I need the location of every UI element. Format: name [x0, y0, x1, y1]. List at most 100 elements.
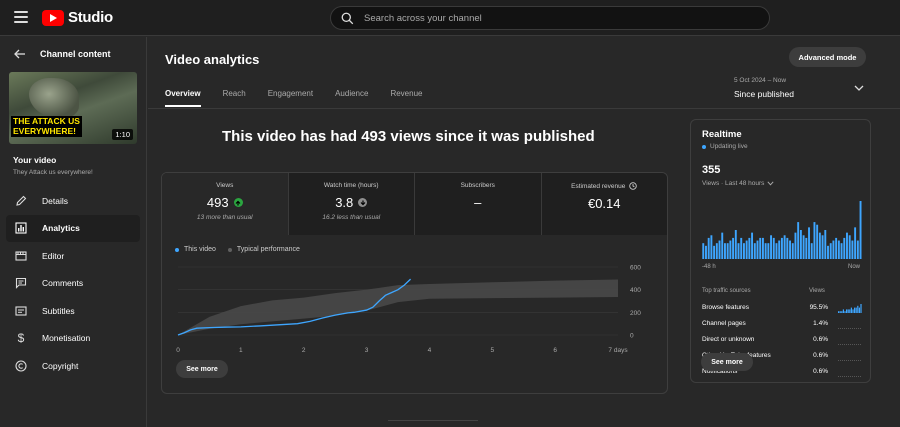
sidebar-item-subtitles[interactable]: Subtitles: [6, 297, 140, 325]
sidebar-item-comments[interactable]: Comments: [6, 270, 140, 298]
realtime-bar: [732, 237, 735, 259]
thumbnail-rock: [29, 78, 79, 118]
sidebar-item-analytics[interactable]: Analytics: [6, 214, 140, 242]
chevron-down-icon: [854, 85, 864, 91]
search-bar[interactable]: [330, 6, 770, 30]
realtime-axis-end: Now: [847, 264, 860, 270]
sidebar-item-details[interactable]: Details: [6, 187, 140, 215]
realtime-bar: [721, 232, 724, 259]
metric-subscribers[interactable]: Subscribers –: [415, 173, 542, 235]
sidebar-item-label: Details: [42, 195, 68, 206]
sparkline-bar: [852, 309, 854, 313]
traffic-source-sparkline: [838, 360, 862, 361]
realtime-bar: [851, 240, 854, 259]
x-tick-label: 3: [365, 347, 369, 354]
realtime-bar: [794, 232, 797, 259]
metric-value: –: [474, 195, 482, 210]
legend-this-video: This video: [175, 246, 216, 253]
views-chart: 0 200 400 600 0 1 2 3 4 5 6 7 days: [176, 265, 641, 355]
sparkline-bar: [847, 309, 849, 313]
realtime-see-more-button[interactable]: See more: [701, 353, 753, 371]
realtime-bar: [761, 237, 764, 259]
realtime-bar: [772, 237, 775, 259]
realtime-bar: [745, 240, 748, 259]
realtime-bar: [843, 237, 846, 259]
hamburger-menu-icon[interactable]: [14, 11, 28, 23]
back-to-channel-content[interactable]: Channel content: [14, 49, 111, 59]
realtime-bar: [740, 237, 743, 259]
sidebar-item-monetisation[interactable]: $ Monetisation: [6, 325, 140, 353]
realtime-axis-start: -48 h: [702, 264, 716, 270]
x-tick-label: 4: [428, 347, 432, 354]
sparkline-bar: [855, 307, 857, 313]
tab-reach[interactable]: Reach: [223, 89, 246, 107]
metric-comparison: 16.2 less than usual: [322, 214, 381, 221]
video-thumbnail[interactable]: THE ATTACK US EVERYWHERE! 1:10: [9, 72, 137, 144]
x-tick-label: 7 days: [608, 347, 628, 354]
traffic-sources-title: Top traffic sources: [702, 288, 751, 294]
realtime-bar: [810, 243, 813, 259]
traffic-source-name: Browse features: [702, 304, 749, 311]
realtime-card: Realtime Updating live 355 Views · Last …: [690, 119, 871, 383]
realtime-bar: [854, 227, 857, 259]
see-more-button[interactable]: See more: [176, 360, 228, 378]
realtime-bar: [718, 240, 721, 259]
search-icon: [341, 12, 354, 24]
sidebar-item-copyright[interactable]: Copyright: [6, 352, 140, 380]
tab-overview[interactable]: Overview: [165, 89, 201, 107]
x-tick-label: 6: [553, 347, 557, 354]
tab-engagement[interactable]: Engagement: [268, 89, 313, 107]
metric-views[interactable]: Views 493 13 more than usual: [162, 173, 289, 235]
sidebar-nav: Details Analytics Editor Comments Subtit…: [6, 187, 140, 380]
legend-typical: Typical performance: [227, 246, 300, 253]
comments-icon: [14, 276, 28, 290]
realtime-bar: [832, 240, 835, 259]
realtime-bar: [759, 237, 762, 259]
metric-estimated-revenue[interactable]: Estimated revenue €0.14: [542, 173, 668, 235]
metric-label: Subscribers: [460, 182, 495, 189]
sparkline-bar: [860, 304, 862, 313]
realtime-bar: [710, 235, 713, 259]
realtime-bar: [808, 227, 810, 259]
realtime-bar: [751, 232, 754, 259]
realtime-bar: [775, 243, 778, 259]
traffic-source-row: Browse features 95.5%: [702, 302, 862, 318]
sidebar-item-label: Monetisation: [42, 333, 91, 344]
sidebar-item-editor[interactable]: Editor: [6, 242, 140, 270]
x-tick-label: 1: [239, 347, 243, 354]
thumbnail-caption: THE ATTACK US EVERYWHERE!: [11, 116, 82, 137]
sparkline-bar: [850, 307, 852, 313]
y-tick-label: 400: [630, 287, 641, 294]
pencil-icon: [14, 194, 28, 208]
y-tick-label: 200: [630, 310, 641, 317]
realtime-bar: [764, 243, 767, 259]
realtime-period-label: Views · Last 48 hours: [702, 180, 765, 187]
video-duration: 1:10: [112, 129, 133, 140]
analytics-tabs: Overview Reach Engagement Audience Reven…: [165, 89, 444, 107]
your-video-label: Your video: [13, 155, 57, 165]
realtime-bar: [837, 240, 840, 259]
metric-watch-time[interactable]: Watch time (hours) 3.8 16.2 less than us…: [289, 173, 415, 235]
traffic-source-percent: 0.6%: [813, 352, 828, 359]
analytics-icon: [14, 221, 28, 235]
tab-audience[interactable]: Audience: [335, 89, 368, 107]
editor-icon: [14, 249, 28, 263]
traffic-source-name: Direct or unknown: [702, 336, 755, 343]
live-dot-icon: [702, 144, 706, 149]
traffic-source-percent: 0.6%: [813, 336, 828, 343]
traffic-source-percent: 95.5%: [809, 304, 828, 311]
realtime-period-dropdown[interactable]: Views · Last 48 hours: [702, 180, 774, 187]
realtime-bar: [816, 224, 819, 259]
realtime-status-label: Updating live: [710, 143, 748, 150]
sparkline-bar: [857, 305, 859, 313]
realtime-bar: [767, 243, 770, 259]
search-input[interactable]: [364, 12, 744, 24]
tab-revenue[interactable]: Revenue: [390, 89, 422, 107]
realtime-bar: [770, 235, 773, 259]
date-range-picker[interactable]: 5 Oct 2024 – Now Since published: [734, 77, 864, 101]
studio-logo[interactable]: Studio: [42, 9, 113, 26]
realtime-bar: [797, 222, 800, 259]
advanced-mode-button[interactable]: Advanced mode: [789, 47, 866, 67]
metric-label: Watch time (hours): [323, 182, 379, 189]
realtime-bar: [756, 240, 759, 259]
